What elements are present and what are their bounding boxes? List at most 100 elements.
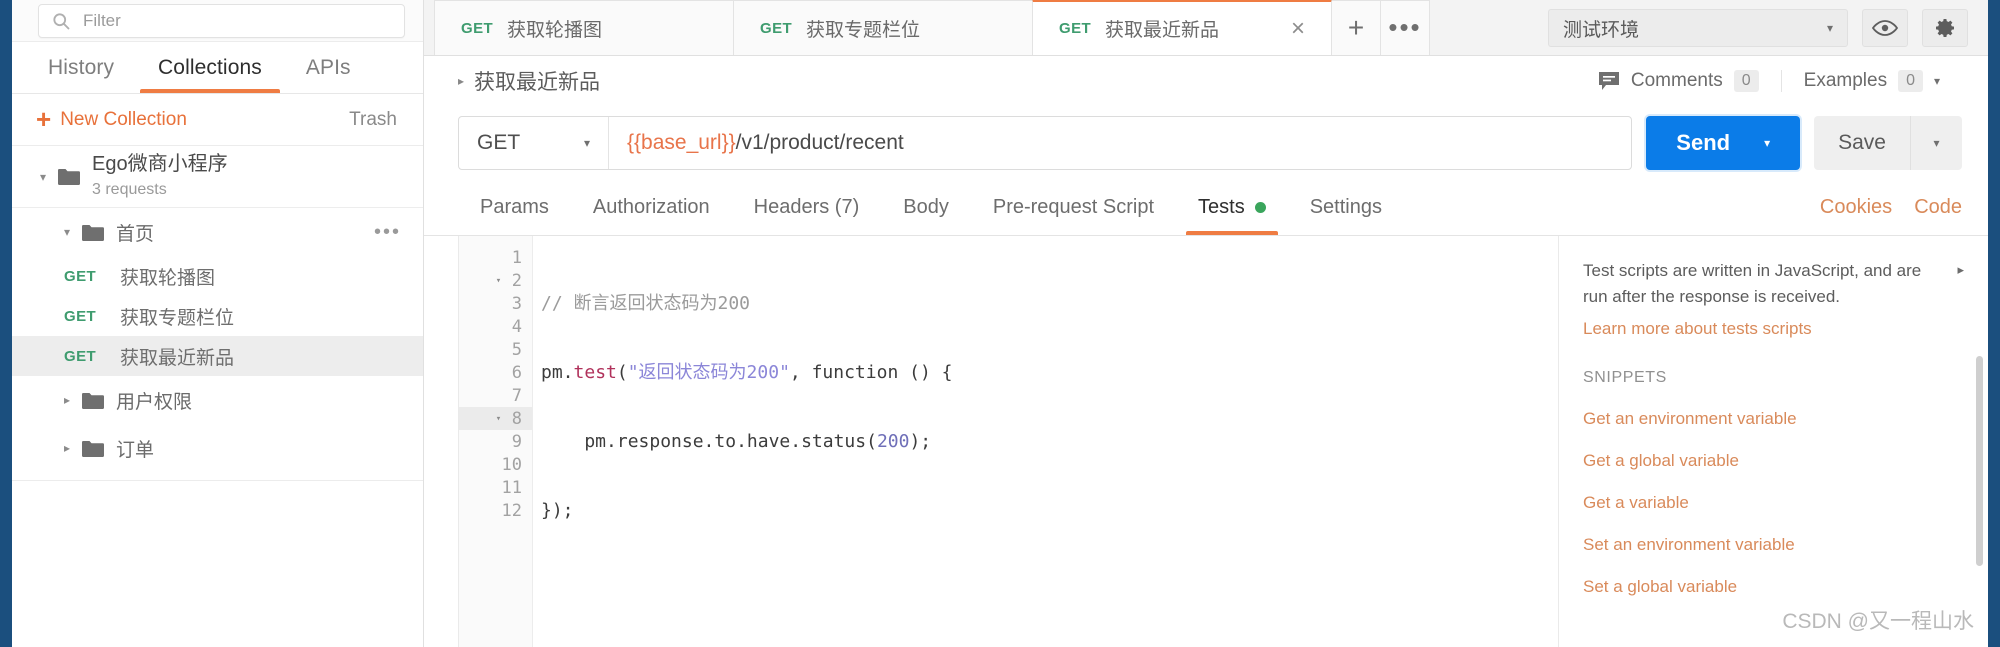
- snippet-set-global-variable[interactable]: Set a global variable: [1583, 577, 1962, 597]
- request-tab-2[interactable]: GET 获取专题栏位: [733, 0, 1033, 55]
- filter-row: [12, 0, 423, 42]
- request-name: 获取轮播图: [120, 267, 216, 289]
- code-content[interactable]: // 断言返回状态码为200 pm.test("返回状态码为200", func…: [533, 236, 1558, 647]
- learn-more-link[interactable]: Learn more about tests scripts: [1583, 319, 1962, 339]
- code-line-4: });: [541, 500, 574, 521]
- chevron-down-icon[interactable]: ▾: [58, 226, 76, 238]
- gutter-line: ▾7: [459, 384, 532, 407]
- send-button[interactable]: Send ▾: [1646, 116, 1801, 170]
- new-collection-button[interactable]: + New Collection: [36, 106, 187, 133]
- folder-row-orders[interactable]: ▸ 订单: [12, 424, 423, 472]
- gutter-line: ▾11: [459, 476, 532, 499]
- line-number: 6: [511, 362, 522, 383]
- environment-quick-look-button[interactable]: [1862, 9, 1908, 47]
- request-row-1[interactable]: GET 获取轮播图: [12, 256, 423, 296]
- line-number: 10: [501, 454, 522, 475]
- snippets-heading: SNIPPETS: [1583, 369, 1667, 386]
- search-icon: [53, 12, 70, 29]
- collapse-panel-icon[interactable]: ▸: [1957, 262, 1964, 278]
- sidebar-tabs: History Collections APIs: [12, 42, 423, 94]
- collection-actions: + New Collection Trash: [12, 94, 423, 146]
- code-link[interactable]: Code: [1914, 196, 1962, 219]
- breadcrumb[interactable]: ▸ 获取最近新品: [458, 66, 600, 96]
- chevron-down-icon: ▾: [583, 136, 590, 150]
- code-line-2: pm.test("返回状态码为200", function () {: [541, 362, 953, 383]
- request-tab-1[interactable]: GET 获取轮播图: [434, 0, 734, 55]
- request-row-2[interactable]: GET 获取专题栏位: [12, 296, 423, 336]
- line-number: 11: [501, 477, 522, 498]
- gutter-line: ▾6: [459, 361, 532, 384]
- cookies-link[interactable]: Cookies: [1820, 196, 1892, 219]
- gutter-line: ▾9: [459, 430, 532, 453]
- tab-label: Authorization: [592, 196, 710, 218]
- line-number: 4: [511, 316, 522, 337]
- tab-label: Pre-request Script: [992, 196, 1155, 218]
- chevron-right-icon[interactable]: ▸: [58, 442, 76, 454]
- environment-selector[interactable]: 测试环境 ▾: [1548, 9, 1848, 47]
- tab-title: 获取专题栏位: [806, 19, 921, 41]
- fold-icon[interactable]: ▾: [496, 414, 504, 424]
- request-row-3-selected[interactable]: GET 获取最近新品: [12, 336, 423, 376]
- snippet-set-environment-variable[interactable]: Set an environment variable: [1583, 535, 1962, 555]
- tab-settings[interactable]: Settings: [1288, 180, 1404, 235]
- snippets-description: Test scripts are written in JavaScript, …: [1583, 261, 1922, 306]
- search-input[interactable]: [83, 10, 392, 31]
- chevron-right-icon[interactable]: ▸: [58, 394, 76, 406]
- eye-icon: [1872, 20, 1898, 36]
- close-icon[interactable]: ×: [1251, 16, 1305, 41]
- tab-label: Params: [480, 196, 549, 218]
- line-number: 8: [511, 408, 522, 429]
- snippet-get-variable[interactable]: Get a variable: [1583, 493, 1962, 513]
- tab-method: GET: [461, 19, 494, 37]
- send-label: Send: [1676, 130, 1731, 155]
- http-method-value: GET: [477, 131, 521, 154]
- collection-text: Ego微商小程序 3 requests: [92, 152, 228, 201]
- save-group: Save ▾: [1814, 116, 1962, 170]
- line-number: 1: [511, 247, 522, 268]
- save-dropdown-button[interactable]: ▾: [1910, 116, 1962, 170]
- tab-label: Body: [903, 196, 949, 218]
- folder-label: 订单: [116, 439, 155, 461]
- folder-row-home[interactable]: ▾ 首页 •••: [12, 208, 423, 256]
- request-tab-3-active[interactable]: GET 获取最近新品 ×: [1032, 0, 1332, 55]
- sidebar-tab-history[interactable]: History: [26, 42, 136, 93]
- save-button[interactable]: Save: [1814, 116, 1910, 170]
- environment-zone: 测试环境 ▾: [1528, 9, 1988, 55]
- comments-button[interactable]: Comments 0: [1576, 70, 1781, 92]
- new-collection-label: New Collection: [60, 108, 187, 130]
- tab-pre-request-script[interactable]: Pre-request Script: [971, 180, 1176, 235]
- tab-params[interactable]: Params: [458, 180, 571, 235]
- tab-body[interactable]: Body: [881, 180, 971, 235]
- collection-row[interactable]: ▾ Ego微商小程序 3 requests: [12, 146, 423, 208]
- folder-more-icon[interactable]: •••: [374, 222, 401, 242]
- examples-button[interactable]: Examples 0 ▾: [1780, 70, 1962, 92]
- fold-icon[interactable]: ▾: [496, 276, 504, 286]
- url-input[interactable]: {{base_url}}/v1/product/recent: [609, 117, 1631, 169]
- url-path: /v1/product/recent: [735, 131, 904, 154]
- line-number: 7: [511, 385, 522, 406]
- sidebar-tab-apis[interactable]: APIs: [284, 42, 373, 93]
- gutter-line: ▾ 2: [459, 269, 532, 292]
- tab-headers[interactable]: Headers (7): [732, 180, 882, 235]
- gutter-line-active: ▾ 8: [459, 407, 532, 430]
- snippets-scrollbar[interactable]: [1976, 356, 1983, 566]
- snippet-get-environment-variable[interactable]: Get an environment variable: [1583, 409, 1962, 429]
- tab-title: 获取轮播图: [507, 19, 603, 41]
- tab-tests[interactable]: Tests: [1176, 180, 1288, 235]
- sidebar-tab-collections[interactable]: Collections: [136, 42, 284, 93]
- http-method-selector[interactable]: GET ▾: [459, 117, 609, 169]
- tests-status-dot: [1254, 202, 1266, 213]
- postman-window: History Collections APIs + New Collectio…: [0, 0, 2000, 647]
- settings-button[interactable]: [1922, 9, 1968, 47]
- chevron-down-icon[interactable]: ▾: [34, 171, 52, 183]
- filter-box[interactable]: [38, 3, 405, 38]
- request-tab-strip: GET 获取轮播图 GET 获取专题栏位 GET 获取最近新品 × + ••• …: [424, 0, 1988, 56]
- more-tabs-button[interactable]: •••: [1380, 0, 1430, 55]
- snippet-get-global-variable[interactable]: Get a global variable: [1583, 451, 1962, 471]
- trash-button[interactable]: Trash: [349, 109, 397, 131]
- folder-row-permissions[interactable]: ▸ 用户权限: [12, 376, 423, 424]
- collection-request-count: 3 requests: [92, 180, 167, 198]
- tab-authorization[interactable]: Authorization: [571, 180, 732, 235]
- new-tab-button[interactable]: +: [1331, 0, 1381, 55]
